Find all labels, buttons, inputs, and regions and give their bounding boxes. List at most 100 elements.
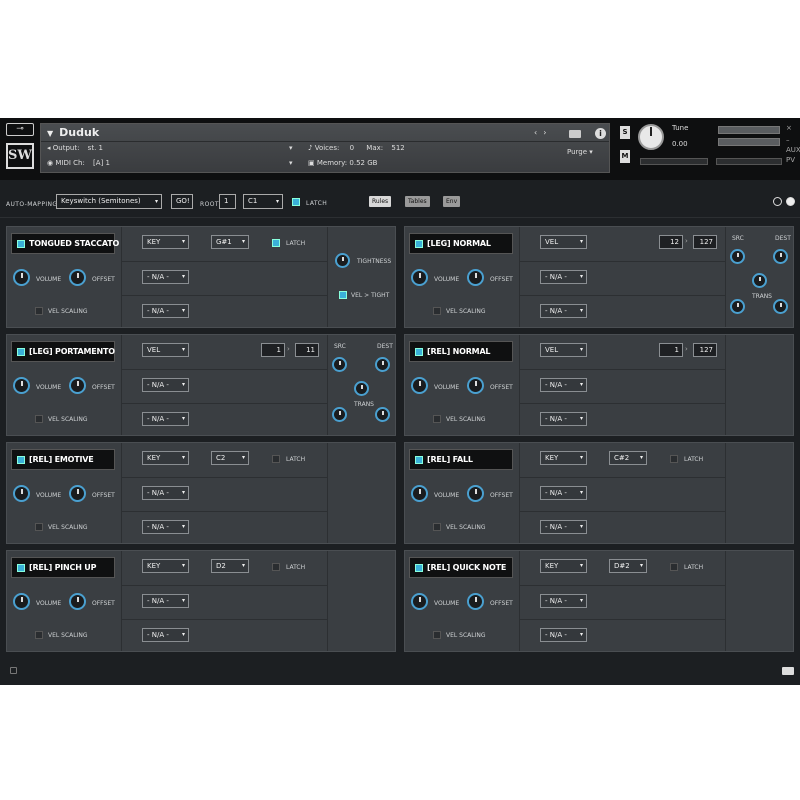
rule-type-dropdown[interactable]: KEY ▾: [540, 559, 587, 573]
velocity-from-field[interactable]: 12: [659, 235, 683, 249]
pan-slider[interactable]: [640, 158, 708, 165]
output-dropdown-icon[interactable]: ▾: [289, 144, 293, 152]
trans-curve-knob[interactable]: [354, 381, 369, 396]
rule-type-dropdown[interactable]: VEL ▾: [142, 343, 189, 357]
root-number-field[interactable]: 1: [219, 194, 236, 209]
enable-checkbox[interactable]: [415, 348, 423, 356]
trans-src-knob[interactable]: [730, 299, 745, 314]
collapse-arrow-icon[interactable]: ▼: [47, 129, 53, 138]
vel-scaling-checkbox[interactable]: [433, 415, 441, 423]
rule-type-dropdown[interactable]: KEY ▾: [142, 559, 189, 573]
go-button[interactable]: GO!: [171, 194, 193, 209]
latch-checkbox[interactable]: [670, 455, 678, 463]
volume-slider[interactable]: [716, 158, 782, 165]
trans-src-knob[interactable]: [332, 407, 347, 422]
key-icon[interactable]: ⊸: [6, 123, 34, 136]
rule-dropdown[interactable]: - N/A - ▾: [142, 520, 189, 534]
trans-dest-knob[interactable]: [375, 407, 390, 422]
vel-tight-checkbox[interactable]: [339, 291, 347, 299]
enable-checkbox[interactable]: [17, 564, 25, 572]
velocity-to-field[interactable]: 11: [295, 343, 319, 357]
mute-button[interactable]: M: [620, 150, 630, 163]
page-dot-2[interactable]: [786, 197, 795, 206]
root-note-dropdown[interactable]: C1 ▾: [243, 194, 283, 209]
enable-checkbox[interactable]: [415, 456, 423, 464]
volume-knob[interactable]: [13, 377, 30, 394]
offset-knob[interactable]: [467, 377, 484, 394]
vel-scaling-checkbox[interactable]: [433, 631, 441, 639]
rule-dropdown[interactable]: - N/A - ▾: [540, 520, 587, 534]
rule-type-dropdown[interactable]: VEL ▾: [540, 343, 587, 357]
aux-button[interactable]: AUX: [786, 146, 800, 154]
rule-dropdown[interactable]: - N/A - ▾: [540, 412, 587, 426]
trans-curve-knob[interactable]: [752, 273, 767, 288]
rule-dropdown[interactable]: - N/A - ▾: [540, 304, 587, 318]
rule-dropdown[interactable]: - N/A - ▾: [540, 594, 587, 608]
volume-knob[interactable]: [13, 485, 30, 502]
solo-button[interactable]: S: [620, 126, 630, 139]
articulation-name-box[interactable]: [REL] PINCH UP: [11, 557, 115, 578]
midi-row[interactable]: ◉ MIDI Ch: [A] 1: [47, 159, 110, 167]
rule-dropdown[interactable]: - N/A - ▾: [142, 304, 189, 318]
tab-rules[interactable]: Rules: [369, 196, 392, 207]
latch-checkbox[interactable]: [272, 455, 280, 463]
src-knob[interactable]: [730, 249, 745, 264]
instrument-nav-arrows-icon[interactable]: ‹›: [534, 128, 552, 137]
minimize-icon[interactable]: –: [786, 136, 790, 144]
volume-knob[interactable]: [13, 593, 30, 610]
volume-knob[interactable]: [13, 269, 30, 286]
rule-dropdown[interactable]: - N/A - ▾: [142, 270, 189, 284]
offset-knob[interactable]: [467, 593, 484, 610]
enable-checkbox[interactable]: [17, 240, 25, 248]
vel-scaling-checkbox[interactable]: [433, 307, 441, 315]
tune-knob[interactable]: [638, 124, 664, 150]
dest-knob[interactable]: [375, 357, 390, 372]
rule-dropdown[interactable]: - N/A - ▾: [540, 486, 587, 500]
rule-dropdown[interactable]: - N/A - ▾: [142, 486, 189, 500]
articulation-name-box[interactable]: [REL] QUICK NOTE: [409, 557, 513, 578]
trans-dest-knob[interactable]: [773, 299, 788, 314]
rule-dropdown[interactable]: - N/A - ▾: [142, 378, 189, 392]
enable-checkbox[interactable]: [17, 348, 25, 356]
purge-button[interactable]: Purge ▾: [567, 148, 593, 156]
rule-dropdown[interactable]: - N/A - ▾: [142, 412, 189, 426]
output-row[interactable]: ◂ Output: st. 1: [47, 144, 103, 152]
volume-knob[interactable]: [411, 269, 428, 286]
volume-knob[interactable]: [411, 593, 428, 610]
articulation-name-box[interactable]: [REL] NORMAL: [409, 341, 513, 362]
rule-type-dropdown[interactable]: KEY ▾: [142, 235, 189, 249]
keyswitch-note-dropdown[interactable]: C2 ▾: [211, 451, 249, 465]
vel-scaling-checkbox[interactable]: [35, 307, 43, 315]
velocity-to-field[interactable]: 127: [693, 343, 717, 357]
latch-checkbox[interactable]: [670, 563, 678, 571]
vel-scaling-checkbox[interactable]: [35, 631, 43, 639]
rule-type-dropdown[interactable]: KEY ▾: [540, 451, 587, 465]
offset-knob[interactable]: [467, 485, 484, 502]
tab-env[interactable]: Env: [443, 196, 461, 207]
enable-checkbox[interactable]: [415, 240, 423, 248]
src-knob[interactable]: [332, 357, 347, 372]
volume-knob[interactable]: [411, 485, 428, 502]
rule-dropdown[interactable]: - N/A - ▾: [142, 594, 189, 608]
velocity-from-field[interactable]: 1: [261, 343, 285, 357]
mapping-mode-dropdown[interactable]: Keyswitch (Semitones) ▾: [56, 194, 162, 209]
rule-dropdown[interactable]: - N/A - ▾: [540, 378, 587, 392]
tab-tables[interactable]: Tables: [405, 196, 430, 207]
keyswitch-note-dropdown[interactable]: C#2 ▾: [609, 451, 647, 465]
camera-icon[interactable]: [782, 667, 794, 675]
volume-knob[interactable]: [411, 377, 428, 394]
offset-knob[interactable]: [69, 485, 86, 502]
page-dot-1[interactable]: [773, 197, 782, 206]
pv-button[interactable]: PV: [786, 156, 795, 164]
vel-scaling-checkbox[interactable]: [433, 523, 441, 531]
latch-checkbox[interactable]: [272, 239, 280, 247]
offset-knob[interactable]: [69, 593, 86, 610]
rule-dropdown[interactable]: - N/A - ▾: [142, 628, 189, 642]
midi-dropdown-icon[interactable]: ▾: [289, 159, 293, 167]
velocity-to-field[interactable]: 127: [693, 235, 717, 249]
offset-knob[interactable]: [467, 269, 484, 286]
camera-icon[interactable]: [569, 130, 581, 138]
articulation-name-box[interactable]: [LEG] PORTAMENTO: [11, 341, 115, 362]
info-button[interactable]: i: [595, 128, 606, 139]
enable-checkbox[interactable]: [17, 456, 25, 464]
